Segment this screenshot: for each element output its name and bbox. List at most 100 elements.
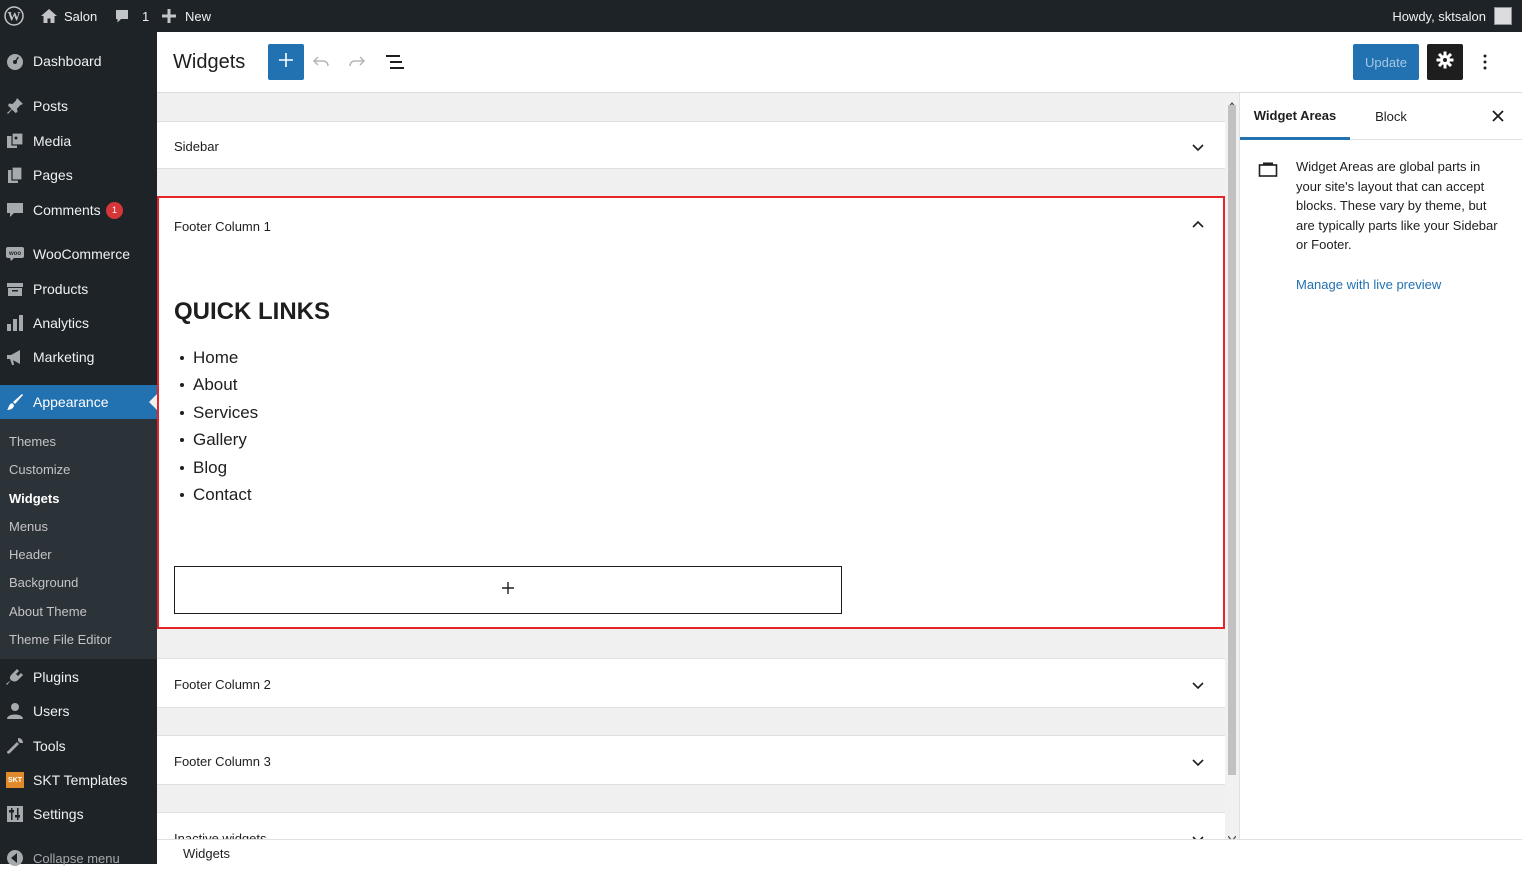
list-item: Gallery	[174, 427, 258, 455]
site-name-link[interactable]: Salon	[40, 0, 97, 32]
menu-item-users[interactable]: Users	[0, 694, 157, 728]
editor-scrollbar[interactable]	[1225, 93, 1239, 843]
chevron-down-icon[interactable]	[1191, 755, 1205, 769]
menu-label-appearance: Appearance	[33, 394, 109, 410]
widget-area-sidebar[interactable]: Sidebar	[157, 121, 1225, 169]
svg-text:W: W	[8, 9, 21, 24]
menu-label-users: Users	[33, 703, 70, 719]
menu-item-marketing[interactable]: Marketing	[0, 340, 157, 374]
paintbrush-icon	[6, 393, 24, 411]
tab-block[interactable]: Block	[1350, 93, 1432, 140]
widget-area-title: Inactive widgets	[174, 831, 267, 839]
add-block-button[interactable]	[268, 44, 304, 80]
tab-widget-areas[interactable]: Widget Areas	[1240, 93, 1350, 140]
chevron-up-icon[interactable]	[1191, 218, 1205, 232]
chevron-down-icon[interactable]	[1191, 140, 1205, 154]
submenu-background[interactable]: Background	[9, 575, 78, 590]
chevron-down-icon[interactable]	[1191, 678, 1205, 692]
widget-area-inactive-widgets[interactable]: Inactive widgets	[157, 812, 1225, 839]
page-title: Widgets	[173, 51, 246, 73]
menu-item-dashboard[interactable]: Dashboard	[0, 44, 157, 78]
scrollbar-thumb[interactable]	[1228, 105, 1236, 775]
submenu-menus[interactable]: Menus	[9, 519, 48, 534]
menu-item-comments[interactable]: Comments 1	[0, 193, 157, 227]
menu-item-products[interactable]: Products	[0, 272, 157, 306]
update-button[interactable]: Update	[1353, 44, 1419, 80]
undo-button[interactable]	[312, 53, 330, 76]
menu-item-tools[interactable]: Tools	[0, 729, 157, 763]
redo-icon	[348, 56, 366, 75]
admin-menu: Dashboard Posts Media Pages Comments 1 w…	[0, 32, 157, 866]
wordpress-logo-icon[interactable]: W	[4, 0, 26, 32]
settings-sliders-icon	[6, 805, 24, 823]
widget-area-footer-column-3[interactable]: Footer Column 3	[157, 735, 1225, 785]
user-icon	[6, 702, 24, 720]
quick-links-heading[interactable]: QUICK LINKS	[174, 298, 330, 326]
widget-area-footer-column-1[interactable]: Footer Column 1 QUICK LINKS Home About S…	[157, 196, 1225, 629]
menu-item-skt-templates[interactable]: SKT SKT Templates	[0, 763, 157, 797]
howdy-text: Howdy, sktsalon	[1392, 8, 1486, 24]
redo-button[interactable]	[348, 53, 366, 76]
collapse-menu-button[interactable]: Collapse menu	[0, 841, 157, 875]
submenu-widgets[interactable]: Widgets	[9, 491, 59, 506]
quick-links-list[interactable]: Home About Services Gallery Blog Contact	[174, 344, 258, 509]
new-content-link[interactable]: New	[162, 0, 211, 32]
submenu-customize[interactable]: Customize	[9, 462, 70, 477]
sidebar-tabs: Widget Areas Block	[1240, 93, 1522, 140]
menu-label-dashboard: Dashboard	[33, 53, 102, 69]
menu-label-skt-templates: SKT Templates	[33, 772, 128, 788]
menu-item-posts[interactable]: Posts	[0, 89, 157, 123]
menu-item-pages[interactable]: Pages	[0, 158, 157, 192]
menu-item-settings[interactable]: Settings	[0, 797, 157, 831]
manage-live-preview-link[interactable]: Manage with live preview	[1296, 277, 1441, 292]
options-button[interactable]	[1475, 52, 1495, 77]
account-menu[interactable]: Howdy, sktsalon	[1392, 0, 1512, 32]
list-item: About	[174, 372, 258, 400]
chevron-down-icon[interactable]	[1191, 832, 1205, 839]
editor-header: Widgets Update	[157, 32, 1522, 93]
avatar	[1494, 7, 1512, 25]
menu-item-plugins[interactable]: Plugins	[0, 660, 157, 694]
menu-item-media[interactable]: Media	[0, 124, 157, 158]
menu-label-settings: Settings	[33, 806, 84, 822]
menu-label-analytics: Analytics	[33, 315, 90, 331]
comments-link[interactable]: 1	[114, 0, 149, 32]
current-menu-arrow	[149, 394, 157, 410]
list-view-icon	[385, 55, 405, 76]
list-item: Services	[174, 399, 258, 427]
settings-sidebar: Widget Areas Block Widget Areas are glob…	[1239, 93, 1522, 839]
comments-badge: 1	[106, 201, 123, 219]
list-item: Home	[174, 344, 258, 372]
more-vertical-icon	[1475, 54, 1495, 76]
new-label: New	[185, 8, 212, 24]
list-view-button[interactable]	[385, 52, 405, 77]
widget-areas-description: Widget Areas are global parts in your si…	[1296, 159, 1498, 252]
submenu-header[interactable]: Header	[9, 547, 52, 562]
submenu-theme-file-editor[interactable]: Theme File Editor	[9, 632, 112, 647]
close-sidebar-button[interactable]	[1490, 108, 1506, 129]
pushpin-icon	[6, 97, 24, 115]
widget-area-title: Footer Column 1	[174, 219, 271, 234]
menu-item-appearance[interactable]: Appearance	[0, 385, 157, 419]
breadcrumb[interactable]: Widgets	[183, 846, 230, 861]
submenu-about-theme[interactable]: About Theme	[9, 604, 87, 619]
collapse-icon	[6, 849, 24, 867]
block-appender-button[interactable]	[174, 566, 842, 614]
megaphone-icon	[6, 348, 24, 366]
widget-editor-canvas: Sidebar Footer Column 1 QUICK LINKS Home…	[157, 93, 1225, 839]
menu-label-comments: Comments	[33, 202, 101, 218]
menu-label-pages: Pages	[33, 167, 73, 183]
submenu-themes[interactable]: Themes	[9, 434, 56, 449]
menu-item-woocommerce[interactable]: woo WooCommerce	[0, 237, 157, 271]
menu-label-tools: Tools	[33, 738, 66, 754]
svg-text:woo: woo	[8, 251, 21, 257]
pages-icon	[6, 166, 24, 184]
settings-button[interactable]	[1427, 44, 1463, 80]
widget-area-footer-column-2[interactable]: Footer Column 2	[157, 658, 1225, 708]
media-icon	[6, 132, 24, 150]
menu-item-analytics[interactable]: Analytics	[0, 306, 157, 340]
comments-icon	[6, 201, 24, 219]
site-name: Salon	[64, 8, 98, 24]
comments-count: 1	[142, 8, 150, 24]
archive-icon	[6, 280, 24, 298]
